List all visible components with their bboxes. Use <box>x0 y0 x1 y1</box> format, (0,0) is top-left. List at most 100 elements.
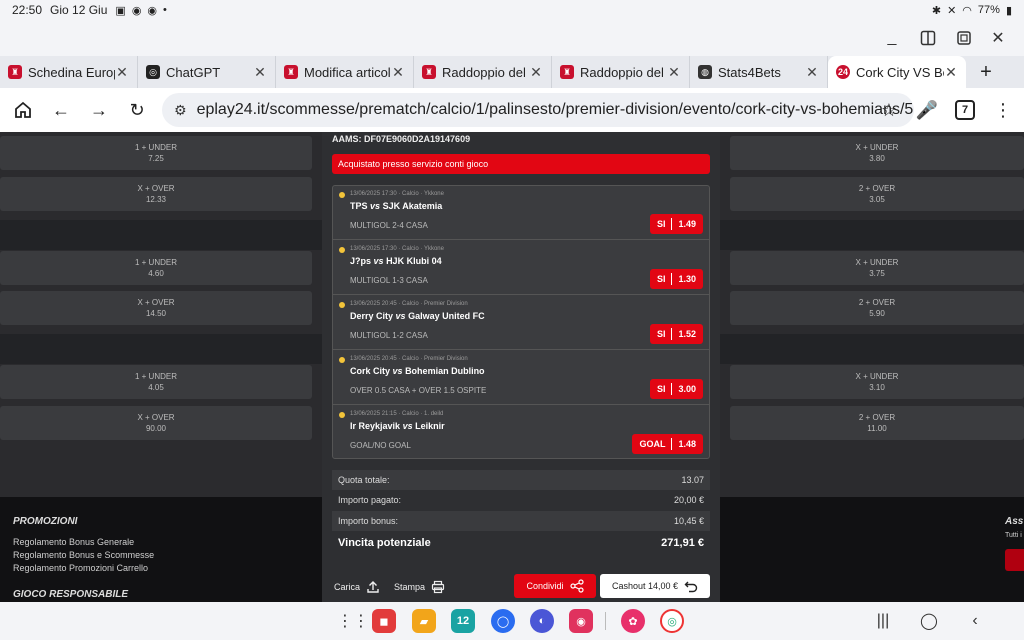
site-settings-icon[interactable]: ⚙ <box>174 102 187 119</box>
tab-switcher-button[interactable]: 7 <box>946 91 984 129</box>
potential-win-label: Vincita potenziale <box>338 537 431 549</box>
browser-tab[interactable]: ♜ Raddoppio del g ✕ <box>414 56 552 88</box>
odds-label: X + OVER <box>137 184 175 193</box>
close-tab-icon[interactable]: ✕ <box>944 64 958 81</box>
load-button[interactable]: Carica <box>334 580 380 594</box>
pick-odds-badge: SI 1.30 <box>649 269 703 289</box>
home-nav-icon[interactable]: ◯ <box>918 610 940 632</box>
odds-cell[interactable]: X + UNDER 3.75 <box>730 251 1024 285</box>
odd-value: 3.00 <box>678 384 696 394</box>
bet-event-row: 13/06/2025 20:45 · Calcio · Premier Divi… <box>333 296 709 350</box>
new-tab-button[interactable]: + <box>966 56 1006 88</box>
gallery-icon: ▣ <box>115 4 126 17</box>
print-button[interactable]: Stampa <box>394 580 445 594</box>
home-team: Derry City <box>350 311 394 321</box>
odds-cell[interactable]: 1 + UNDER 4.60 <box>0 251 312 285</box>
close-tab-icon[interactable]: ✕ <box>805 64 819 81</box>
footer-link[interactable]: Regolamento Bonus e Scommesse <box>13 550 154 560</box>
home-icon[interactable] <box>4 91 42 129</box>
cashout-button[interactable]: Cashout 14,00 € <box>600 574 710 598</box>
pick-label: SI <box>656 384 666 394</box>
tab-title: Raddoppio del g <box>442 64 529 80</box>
odds-cell[interactable]: X + UNDER 3.80 <box>730 136 1024 170</box>
odds-cell[interactable]: 1 + UNDER 4.05 <box>0 365 312 399</box>
minimize-icon[interactable]: _ <box>880 26 904 50</box>
odds-cell[interactable]: 2 + OVER 11.00 <box>730 406 1024 440</box>
system-taskbar: ⋮⋮ ◼ ▰ 12 ◯ ◐ ◉ ✿ ◎ ||| ◯ ‹ <box>0 602 1024 640</box>
close-tab-icon[interactable]: ✕ <box>115 64 129 81</box>
apps-grid-icon[interactable]: ⋮⋮ <box>337 610 369 632</box>
close-tab-icon[interactable]: ✕ <box>529 64 543 81</box>
browser-tab[interactable]: ♜ Schedina Europ ✕ <box>0 56 138 88</box>
browser-tab[interactable]: ◎ ChatGPT ✕ <box>138 56 276 88</box>
odds-label: X + UNDER <box>855 143 899 152</box>
calendar-app-icon[interactable]: 12 <box>451 609 475 633</box>
url-field[interactable]: ⚙ eplay24.it/scommesse/prematch/calcio/1… <box>162 93 914 127</box>
browser-tab[interactable]: ◍ Stats4Bets ✕ <box>690 56 828 88</box>
vs-label: vs <box>402 421 413 431</box>
browser-tab[interactable]: ♜ Modifica articol ✕ <box>276 56 414 88</box>
close-tab-icon[interactable]: ✕ <box>667 64 681 81</box>
odds-label: 2 + OVER <box>858 184 896 193</box>
browser-tab[interactable]: ♜ Raddoppio del g ✕ <box>552 56 690 88</box>
responsible-gaming-heading: GIOCO RESPONSABILE <box>13 589 129 600</box>
blossom-app-icon[interactable]: ✿ <box>621 609 645 633</box>
footer-link[interactable]: Regolamento Promozioni Carrello <box>13 563 148 573</box>
bookmark-star-icon[interactable]: ☆ <box>870 91 908 129</box>
files-app-icon[interactable]: ▰ <box>412 609 436 633</box>
odds-cell[interactable]: X + OVER 14.50 <box>0 291 312 325</box>
flipboard-app-icon[interactable]: ◼ <box>372 609 396 633</box>
odds-cell[interactable]: X + UNDER 3.10 <box>730 365 1024 399</box>
bet-events-list: 13/06/2025 17:30 · Calcio · Ykkone TPS v… <box>332 185 710 459</box>
bet-event-row: 13/06/2025 17:30 · Calcio · Ykkone J?ps … <box>333 241 709 295</box>
assistance-heading: Ass <box>1005 516 1024 527</box>
share-button[interactable]: Condividi <box>514 574 596 598</box>
odd-value: 1.49 <box>678 219 696 229</box>
forward-icon[interactable]: → <box>80 91 118 129</box>
pending-status-dot <box>339 357 345 363</box>
purchase-banner: Acquistato presso servizio conti gioco <box>332 154 710 174</box>
odds-label: X + UNDER <box>855 258 899 267</box>
pick-label: SI <box>656 219 666 229</box>
back-icon[interactable]: ← <box>42 91 80 129</box>
odds-cell[interactable]: 1 + UNDER 7.25 <box>0 136 312 170</box>
event-market: OVER 0.5 CASA + OVER 1.5 OSPITE <box>350 386 487 395</box>
chrome-icon: ◉ <box>147 4 158 17</box>
home-team: TPS <box>350 201 368 211</box>
chrome-app-icon[interactable]: ◎ <box>660 609 684 633</box>
odds-cell[interactable]: 2 + OVER 3.05 <box>730 177 1024 211</box>
maximize-icon[interactable] <box>952 26 976 50</box>
close-window-icon[interactable]: ✕ <box>986 26 1010 50</box>
messages-app-icon[interactable]: ◯ <box>491 609 515 633</box>
split-view-icon[interactable] <box>916 26 940 50</box>
odds-value: 5.90 <box>869 309 885 318</box>
tab-title: Modifica articol <box>304 64 391 80</box>
recent-apps-icon[interactable]: ||| <box>872 610 894 632</box>
system-status-bar: 22:50 Gio 12 Giu ▣ ◉ ◉ • ✱ ✕ ◠ 77% ▮ <box>0 0 1024 20</box>
odds-cell[interactable]: 2 + OVER 5.90 <box>730 291 1024 325</box>
reload-icon[interactable]: ↻ <box>118 91 156 129</box>
share-label: Condividi <box>526 581 564 591</box>
more-menu-icon[interactable]: ⋮ <box>984 91 1022 129</box>
event-meta: 13/06/2025 20:45 · Calcio · Premier Divi… <box>350 301 468 307</box>
odds-cell[interactable]: X + OVER 90.00 <box>0 406 312 440</box>
chrome-icon: ◉ <box>131 4 142 17</box>
site-favicon-icon: ♜ <box>560 65 574 79</box>
assistance-button[interactable] <box>1005 549 1024 571</box>
odds-value: 3.05 <box>869 195 885 204</box>
odds-value: 11.00 <box>867 424 887 433</box>
vs-label: vs <box>392 366 403 376</box>
close-tab-icon[interactable]: ✕ <box>253 64 267 81</box>
potential-win-value: 271,91 € <box>661 537 704 549</box>
camera-app-icon[interactable]: ◉ <box>569 609 593 633</box>
away-team: Leiknir <box>415 421 445 431</box>
odds-cell[interactable]: X + OVER 12.33 <box>0 177 312 211</box>
tab-title: Stats4Bets <box>718 64 781 80</box>
close-tab-icon[interactable]: ✕ <box>391 64 405 81</box>
footer-link[interactable]: Regolamento Bonus Generale <box>13 537 134 547</box>
browser-tab-active[interactable]: 24 Cork City VS Bo ✕ <box>828 56 966 88</box>
internet-app-icon[interactable]: ◐ <box>530 609 554 633</box>
back-nav-icon[interactable]: ‹ <box>964 610 986 632</box>
pick-odds-badge: SI 1.49 <box>649 214 703 234</box>
microphone-icon[interactable]: 🎤 <box>908 91 946 129</box>
